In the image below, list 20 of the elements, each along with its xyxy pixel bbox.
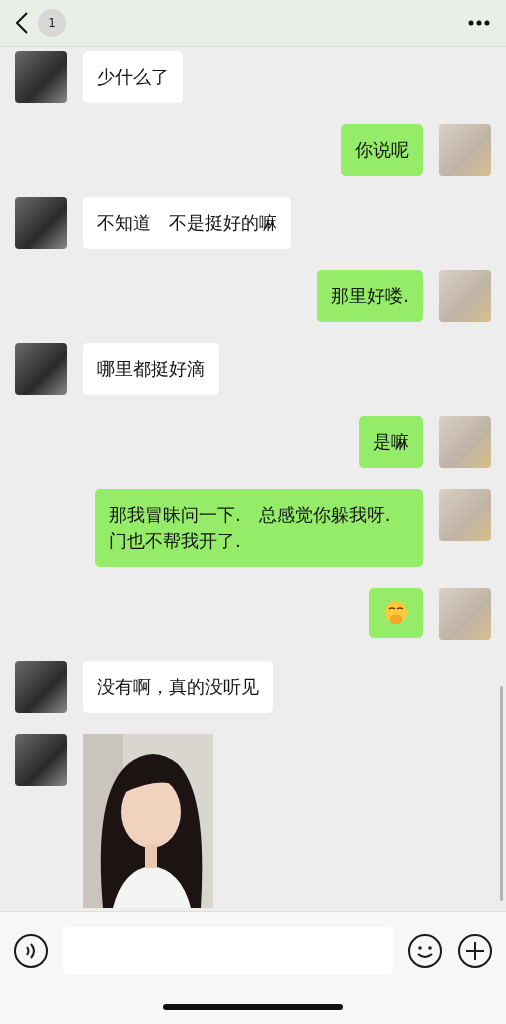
message-bubble: 没有啊，真的没听见 [83, 661, 273, 713]
smirking-face-icon [383, 600, 409, 626]
more-icon[interactable] [468, 20, 490, 26]
back-icon[interactable] [16, 12, 28, 34]
avatar[interactable] [15, 343, 67, 395]
plus-icon[interactable] [457, 933, 493, 969]
message-bubble: 不知道 不是挺好的嘛 [83, 197, 291, 249]
message-bubble: 是嘛 [359, 416, 423, 468]
avatar[interactable] [15, 734, 67, 786]
message-bubble: 你说呢 [341, 124, 423, 176]
avatar[interactable] [15, 661, 67, 713]
avatar[interactable] [15, 51, 67, 103]
unread-count: 1 [38, 9, 66, 37]
message-bubble: 那我冒昧问一下. 总感觉你躲我呀. 门也不帮我开了. [95, 489, 423, 567]
message-bubble: 那里好喽. [317, 270, 423, 322]
message-bubble: 哪里都挺好滴 [83, 343, 219, 395]
voice-icon[interactable] [13, 933, 49, 969]
emoji-icon[interactable] [407, 933, 443, 969]
message-bubble: 少什么了 [83, 51, 183, 103]
avatar[interactable] [15, 197, 67, 249]
